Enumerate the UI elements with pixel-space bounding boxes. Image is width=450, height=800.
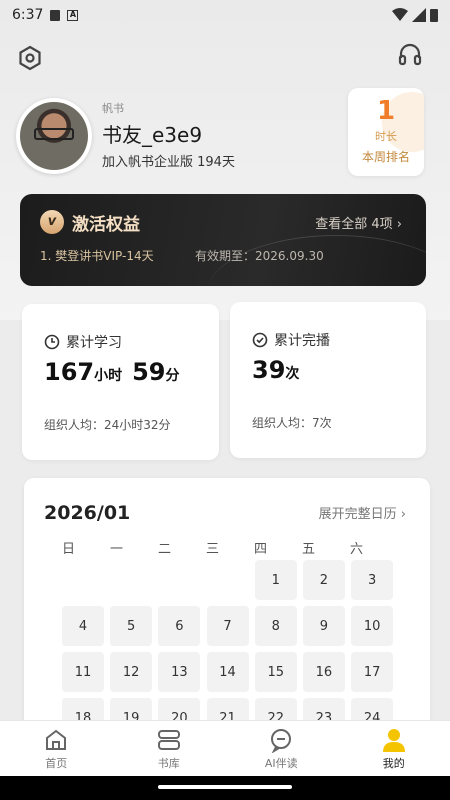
nav-home[interactable]: 首页 xyxy=(0,721,113,776)
calendar-day[interactable]: 8 xyxy=(254,606,297,646)
nav-home-label: 首页 xyxy=(45,757,68,770)
calendar-empty-cell xyxy=(62,560,104,600)
calendar-day[interactable]: 16 xyxy=(302,652,345,692)
weekday-label: 五 xyxy=(302,542,316,557)
calendar-empty-cell xyxy=(110,560,152,600)
calendar-day[interactable]: 4 xyxy=(62,606,104,646)
study-minutes-unit: 分 xyxy=(165,368,180,384)
battery-icon xyxy=(430,9,438,22)
study-time-header: 累计学习 xyxy=(44,332,122,352)
settings-hexagon-icon xyxy=(19,45,41,71)
calendar-empty-cell xyxy=(158,560,200,600)
calendar-day[interactable]: 12 xyxy=(110,652,153,692)
status-time: 6:37 xyxy=(12,7,44,23)
calendar-day[interactable]: 13 xyxy=(158,652,201,692)
study-minutes: 59 xyxy=(132,358,166,386)
profile-icon xyxy=(382,729,405,752)
gesture-handle[interactable] xyxy=(158,785,292,789)
study-hours: 167 xyxy=(44,358,95,386)
study-time-title: 累计学习 xyxy=(66,335,122,351)
study-hours-unit: 小时 xyxy=(94,368,123,384)
bottom-nav: 首页 书库 AI伴读 我的 xyxy=(0,720,450,776)
avatar[interactable] xyxy=(16,98,92,174)
weekday-label: 二 xyxy=(158,542,172,557)
nav-profile-label: 我的 xyxy=(382,757,405,770)
study-time-card[interactable]: 累计学习 167小时 59分 组织人均：24小时32分 xyxy=(22,304,219,460)
vip-logo-icon: v xyxy=(40,210,64,234)
sim-card-icon xyxy=(50,9,61,21)
join-days-text: 加入帆书企业版 194天 xyxy=(102,155,235,170)
calendar-day[interactable]: 5 xyxy=(110,606,153,646)
nav-library-label: 书库 xyxy=(157,757,180,770)
nav-ai-reading-label: AI伴读 xyxy=(264,757,298,770)
wifi-icon xyxy=(392,8,408,21)
notification-a-icon: A xyxy=(67,9,79,21)
weekday-label: 一 xyxy=(110,542,124,557)
weekday-label: 四 xyxy=(254,542,268,557)
calendar-day[interactable]: 7 xyxy=(206,606,249,646)
finished-org-average: 组织人均：7次 xyxy=(252,416,332,430)
gesture-bar xyxy=(0,776,450,800)
calendar-month: 2026/01 xyxy=(44,502,131,524)
calendar-day[interactable]: 17 xyxy=(351,652,394,692)
calendar-day[interactable]: 3 xyxy=(351,560,394,600)
calendar-empty-cell xyxy=(207,560,249,600)
nav-ai-reading[interactable]: AI伴读 xyxy=(225,721,338,776)
library-icon xyxy=(157,730,180,750)
finished-count-unit: 次 xyxy=(285,366,300,382)
calendar-day[interactable]: 2 xyxy=(302,560,345,600)
app-label: 帆书 xyxy=(102,102,124,115)
calendar-weekdays: 日 一 二 三 四 五 六 xyxy=(62,538,398,557)
nav-library[interactable]: 书库 xyxy=(113,721,226,776)
weekly-rank-card[interactable]: 1 时长 本周排名 xyxy=(348,88,424,176)
finished-count-card[interactable]: 累计完播 39次 组织人均：7次 xyxy=(230,302,426,458)
vip-benefits-card[interactable]: v 激活权益 查看全部 4项 › 1. 樊登讲书VIP-14天 有效期至：202… xyxy=(20,194,426,286)
settings-button[interactable] xyxy=(16,44,44,72)
finished-count-header: 累计完播 xyxy=(252,330,330,350)
audio-player-button[interactable] xyxy=(396,40,424,68)
headphones-icon xyxy=(398,43,422,66)
calendar-day[interactable]: 11 xyxy=(62,652,104,692)
calendar-day[interactable]: 1 xyxy=(254,560,297,600)
weekday-label: 六 xyxy=(350,542,364,557)
nav-profile[interactable]: 我的 xyxy=(338,721,450,776)
ai-chat-icon xyxy=(271,729,292,753)
rank-label: 时长 xyxy=(375,130,397,143)
avatar-photo xyxy=(20,102,88,170)
expand-calendar-link[interactable]: 展开完整日历 › xyxy=(319,503,406,522)
signal-icon xyxy=(412,8,426,22)
finished-count-value: 39次 xyxy=(252,356,309,384)
vip-title: 激活权益 xyxy=(72,215,140,235)
calendar-card: 2026/01 展开完整日历 › 日 一 二 三 四 五 六 123456789… xyxy=(24,478,430,738)
weekday-label: 三 xyxy=(206,542,220,557)
rank-sublabel: 本周排名 xyxy=(361,150,410,164)
vip-expiry-date: 有效期至：2026.09.30 xyxy=(195,249,324,263)
calendar-day[interactable]: 6 xyxy=(158,606,201,646)
finished-count-title: 累计完播 xyxy=(274,333,330,349)
vip-view-all-link[interactable]: 查看全部 4项 › xyxy=(315,213,402,232)
calendar-day[interactable]: 10 xyxy=(351,606,394,646)
rank-number: 1 xyxy=(376,96,396,126)
calendar-grid: 1 2 3 4 5 6 7 8 9 10 11 12 13 14 15 16 17 18 19 20 21 22 23 24 xyxy=(62,560,402,738)
vip-benefit-item: 1. 樊登讲书VIP-14天 xyxy=(40,249,154,263)
calendar-day[interactable]: 9 xyxy=(302,606,345,646)
study-time-value: 167小时 59分 xyxy=(44,358,190,386)
clock-icon xyxy=(44,334,60,350)
study-org-average: 组织人均：24小时32分 xyxy=(44,418,171,432)
finished-count: 39 xyxy=(252,356,286,384)
home-icon xyxy=(46,729,67,750)
status-bar: 6:37 A xyxy=(0,0,450,30)
calendar-day[interactable]: 14 xyxy=(206,652,249,692)
username[interactable]: 书友_e3e9 xyxy=(102,119,202,148)
calendar-day[interactable]: 15 xyxy=(254,652,297,692)
check-circle-icon xyxy=(252,332,268,348)
weekday-label: 日 xyxy=(62,542,76,557)
